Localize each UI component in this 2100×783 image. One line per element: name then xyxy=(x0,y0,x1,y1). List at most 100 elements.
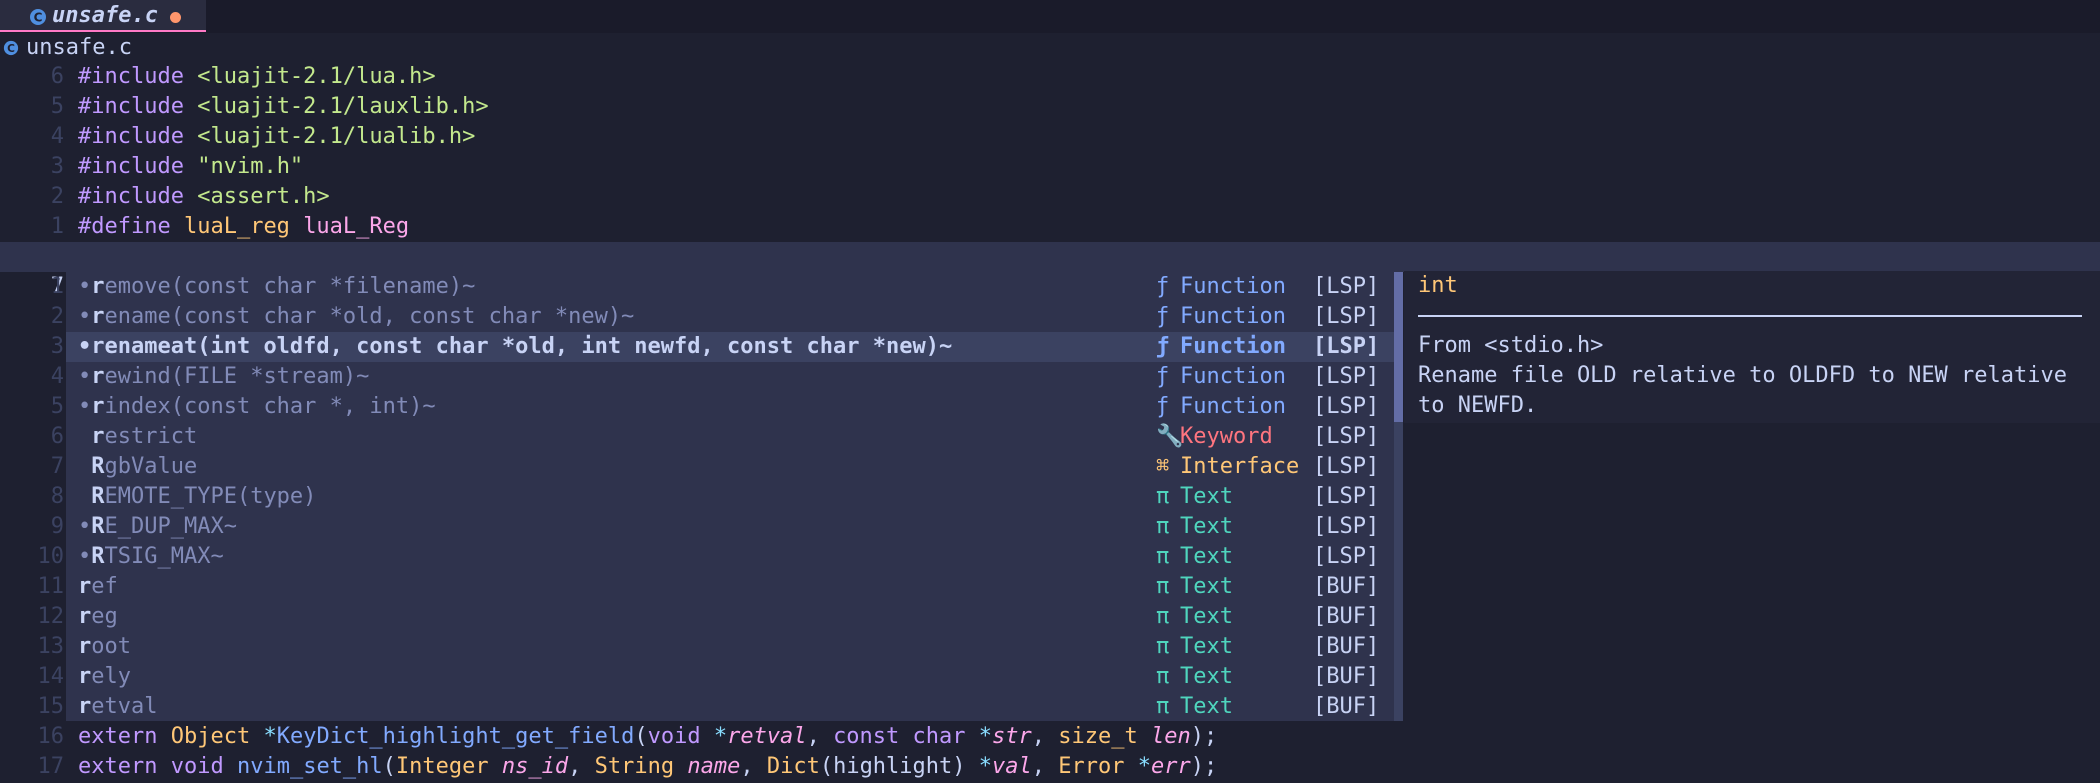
completion-item[interactable]: •rindex(const char *, int)~ ƒ Function [LSP… xyxy=(66,392,1403,422)
completion-line-number-row: 10 xyxy=(0,542,65,572)
doc-header: From <stdio.h> xyxy=(1418,333,1604,358)
code-token: ns_id xyxy=(501,754,569,779)
completion-item[interactable]: reg π Text [BUF] xyxy=(66,602,1403,632)
modified-indicator-icon xyxy=(170,12,181,23)
code-text[interactable]: extern Object *KeyDict_highlight_get_fie… xyxy=(78,722,1217,752)
completion-item[interactable]: REMOTE_TYPE(type) π Text [LSP] xyxy=(66,482,1403,512)
winbar: C unsafe.c xyxy=(0,33,2100,63)
code-text[interactable]: #include <luajit-2.1/lualib.h> xyxy=(78,122,475,152)
line-number: 11 xyxy=(37,574,65,599)
code-token: , xyxy=(740,754,767,779)
code-token: len xyxy=(1151,724,1191,749)
code-token: nvim_set_hl xyxy=(236,754,383,779)
completion-item-label: •rewind(FILE *stream)~ xyxy=(78,364,370,389)
code-line[interactable]: 5 #include <luajit-2.1/lauxlib.h> xyxy=(0,92,2100,122)
line-number: 5 xyxy=(50,394,64,419)
doc-description: Rename file OLD relative to OLDFD to NEW… xyxy=(1418,363,2068,418)
code-line[interactable]: 2 #include <assert.h> xyxy=(0,182,2100,212)
completion-item-kind: π Text xyxy=(1156,482,1233,512)
completion-line-number-row: 12 xyxy=(0,602,65,632)
completion-item-source: [BUF] xyxy=(1313,574,1380,599)
completion-item[interactable]: •rename(const char *old, const char *new… xyxy=(66,302,1403,332)
completion-item-source: [LSP] xyxy=(1313,484,1380,509)
code-token: #define xyxy=(78,214,171,239)
completion-line-number-row: 14 xyxy=(0,662,65,692)
completion-item[interactable]: rely π Text [BUF] xyxy=(66,662,1403,692)
c-file-icon: C xyxy=(29,8,47,26)
completion-line-number-row: 5 xyxy=(0,392,64,422)
code-line[interactable]: 4 #include <luajit-2.1/lualib.h> xyxy=(0,122,2100,152)
code-token: retval xyxy=(727,724,807,749)
completion-item-kind: π Text xyxy=(1156,542,1233,572)
code-text[interactable]: #define luaL_reg luaL_Reg xyxy=(78,212,409,242)
completion-item-label: retval xyxy=(78,694,158,719)
completion-item[interactable]: ref π Text [BUF] xyxy=(66,572,1403,602)
buffer-tab[interactable]: C unsafe.c xyxy=(0,0,206,32)
code-token: extern xyxy=(78,754,158,779)
code-token: err xyxy=(1151,754,1191,779)
function-icon: ƒ xyxy=(1156,394,1170,419)
code-token: #include xyxy=(78,154,184,179)
svg-text:C: C xyxy=(34,11,43,25)
code-token: ); xyxy=(1190,724,1218,749)
current-line[interactable]: 7 renameat xyxy=(0,242,2100,330)
completion-item[interactable]: •RTSIG_MAX~ π Text [LSP] xyxy=(66,542,1403,572)
line-number: 16 xyxy=(37,724,65,749)
completion-item[interactable]: •RE_DUP_MAX~ π Text [LSP] xyxy=(66,512,1403,542)
completion-line-number-row: 13 xyxy=(0,632,65,662)
tab-filename: unsafe.c xyxy=(52,3,158,28)
completion-item-source: [LSP] xyxy=(1313,304,1380,329)
function-icon: ƒ xyxy=(1156,364,1170,389)
code-line[interactable]: 1 #define luaL_reg luaL_Reg xyxy=(0,212,2100,242)
completion-item[interactable]: •rewind(FILE *stream)~ ƒ Function [LSP] xyxy=(66,362,1403,392)
completion-item[interactable]: RgbValue ⌘ Interface [LSP] xyxy=(66,452,1403,482)
code-text[interactable]: #include <luajit-2.1/lauxlib.h> xyxy=(78,92,489,122)
code-token: * xyxy=(978,724,993,749)
code-line[interactable]: 6 #include <luajit-2.1/lua.h> xyxy=(0,62,2100,92)
completion-item-kind: ƒ Function xyxy=(1156,332,1286,362)
completion-item[interactable]: •renameat(int oldfd, const char *old, in… xyxy=(66,332,1403,362)
completion-line-number-row: 2 xyxy=(0,302,64,332)
completion-item-source: [LSP] xyxy=(1313,454,1380,479)
completion-item-label: restrict xyxy=(91,424,198,449)
code-token: String xyxy=(594,754,675,779)
completion-item-label: •renameat(int oldfd, const char *old, in… xyxy=(78,334,953,359)
code-text[interactable]: #include "nvim.h" xyxy=(78,152,303,182)
code-line[interactable]: 16 extern Object *KeyDict_highlight_get_f… xyxy=(0,722,2100,752)
code-token: val xyxy=(992,754,1032,779)
line-number: 2 xyxy=(50,184,64,209)
completion-item-label: ref xyxy=(78,574,118,599)
completion-item[interactable]: restrict 🔧Keyword [LSP] xyxy=(66,422,1403,452)
code-line[interactable]: 3 #include "nvim.h" xyxy=(0,152,2100,182)
line-number: 9 xyxy=(50,514,64,539)
text-icon: π xyxy=(1156,634,1170,659)
completion-item-source: [BUF] xyxy=(1313,634,1380,659)
text-icon: π xyxy=(1156,664,1170,689)
code-token: <luajit-2.1/lualib.h> xyxy=(197,124,476,149)
completion-scrollbar-thumb[interactable] xyxy=(1394,272,1403,422)
code-token: ( xyxy=(634,724,648,749)
code-token: luaL_reg xyxy=(183,214,290,239)
code-token: * xyxy=(263,724,277,749)
completion-item[interactable]: •remove(const char *filename)~ ƒ Function [… xyxy=(66,272,1403,302)
completion-item-kind: ƒ Function xyxy=(1156,392,1286,422)
completion-item[interactable]: retval π Text [BUF] xyxy=(66,692,1403,722)
code-text[interactable]: extern void nvim_set_hl(Integer ns_id, S… xyxy=(78,752,1217,782)
text-icon: π xyxy=(1156,694,1170,719)
code-line[interactable]: 17 extern void nvim_set_hl(Integer ns_id,… xyxy=(0,752,2100,782)
code-token: #include xyxy=(78,124,184,149)
completion-item[interactable]: root π Text [BUF] xyxy=(66,632,1403,662)
code-token: ); xyxy=(1190,754,1218,779)
line-number: 1 xyxy=(50,214,64,239)
completion-item-source: [LSP] xyxy=(1313,424,1380,449)
line-number: 4 xyxy=(50,364,64,389)
completion-line-number-row: 7 xyxy=(0,452,64,482)
code-text[interactable]: #include <assert.h> xyxy=(78,182,330,212)
code-text[interactable]: #include <luajit-2.1/lua.h> xyxy=(78,62,436,92)
